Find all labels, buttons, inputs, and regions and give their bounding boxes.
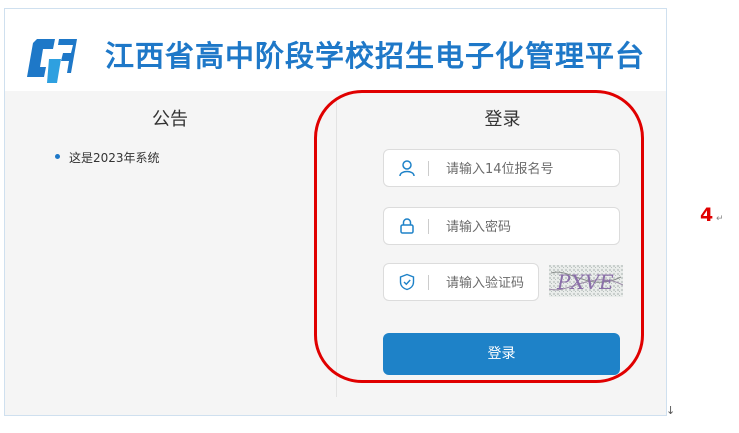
shield-check-icon [399,273,415,291]
site-header: 江西省高中阶段学校招生电子化管理平台 [5,9,666,91]
login-button[interactable]: 登录 [383,333,620,375]
login-panel: 登录 请输入14位报名号 请输入验证码 PXVE 登录 [337,91,668,417]
app-window: 江西省高中阶段学校招生电子化管理平台 公告 这是2023年系统 登录 请输入14… [4,8,667,416]
notice-list: 这是2023年系统 [55,149,160,166]
user-icon [399,160,415,177]
captcha-text: PXVE [556,270,614,294]
platform-logo-icon [27,39,77,83]
captcha-field[interactable] [383,263,539,301]
password-field[interactable] [383,207,620,245]
username-field[interactable] [383,149,620,187]
captcha-image[interactable]: PXVE [549,265,623,297]
username-input[interactable] [444,156,613,182]
captcha-input[interactable] [444,270,538,296]
field-separator [428,219,429,234]
field-separator [428,275,429,290]
notice-panel: 公告 这是2023年系统 [5,91,335,417]
field-separator [428,161,429,176]
document-end-mark: ↓ [666,404,676,417]
site-title: 江西省高中阶段学校招生电子化管理平台 [105,39,646,73]
notice-item[interactable]: 这是2023年系统 [55,149,160,166]
paragraph-mark: ↵ [716,214,724,224]
notice-title: 公告 [152,109,188,130]
password-input[interactable] [444,214,613,240]
lock-icon [400,218,414,234]
step-number-annotation: 4 [700,204,714,226]
login-title: 登录 [484,109,521,130]
